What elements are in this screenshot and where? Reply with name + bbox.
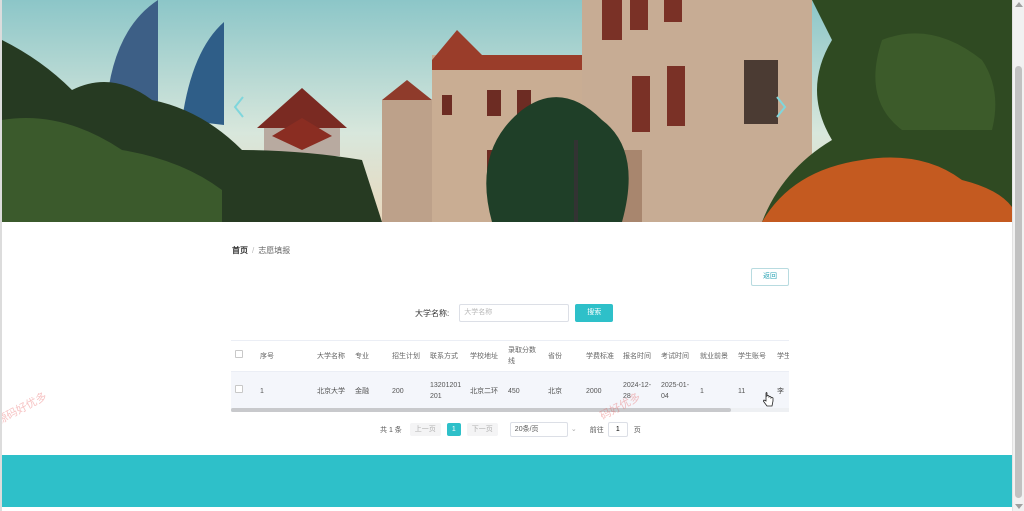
carousel-prev-button[interactable]	[230, 94, 248, 120]
goto-label: 前往	[589, 426, 604, 434]
table-cell: 200	[388, 371, 426, 411]
goto-page-input[interactable]	[607, 422, 628, 437]
watermark-text: 源码好优多	[0, 390, 50, 428]
column-header: 考试时间	[657, 341, 696, 372]
scroll-down-arrow-icon[interactable]	[1015, 504, 1023, 509]
vertical-scrollbar[interactable]	[1012, 0, 1024, 511]
breadcrumb-current: 志愿填报	[258, 246, 291, 255]
search-label: 大学名称:	[415, 308, 450, 318]
table-cell: 1	[256, 371, 313, 411]
chevron-left-icon	[233, 96, 244, 118]
table-cell: 北京	[544, 371, 582, 411]
table-row[interactable]: 1 北京大学 金融 200 13201201201 北京二环 450 北京 20…	[231, 371, 789, 411]
goto-unit: 页	[633, 426, 641, 434]
table-cell: 李	[773, 371, 789, 411]
select-all-checkbox[interactable]	[235, 350, 243, 358]
table-header-row: 序号 大学名称 专业 招生计划 联系方式 学校地址 录取分数线 省份 学费标准 …	[231, 341, 789, 372]
column-header: 省份	[544, 341, 582, 372]
column-header: 学生名	[773, 341, 789, 372]
column-header: 专业	[351, 341, 388, 372]
column-header: 序号	[256, 341, 313, 372]
prev-page-button[interactable]: 上一页	[409, 423, 441, 436]
pagination-total: 共 1 条	[380, 426, 402, 434]
column-header: 报名时间	[619, 341, 657, 372]
page-frame: 首页/志愿填报 返回 大学名称: 搜索 序号 大学名称 专业 招生计划 联系	[0, 0, 1012, 511]
breadcrumb-home-link[interactable]: 首页	[232, 246, 248, 255]
table-cell: 北京大学	[313, 371, 351, 411]
chevron-right-icon	[776, 96, 787, 118]
university-name-search-input[interactable]	[459, 304, 570, 322]
table-cell: 金融	[351, 371, 388, 411]
table-horizontal-scrollbar[interactable]	[231, 408, 789, 412]
column-header: 录取分数线	[504, 341, 544, 372]
table-cell: 450	[504, 371, 544, 411]
row-checkbox[interactable]	[235, 385, 243, 393]
table-cell: 1	[696, 371, 734, 411]
breadcrumb-separator: /	[252, 246, 255, 255]
column-header: 学校地址	[466, 341, 504, 372]
table-cell: 13201201201	[426, 371, 466, 411]
footer-bar	[2, 455, 1012, 507]
pagination: 共 1 条 上一页 1 下一页 20条/页 ⌄ 前往 页	[380, 422, 641, 437]
chevron-down-icon: ⌄	[570, 426, 577, 433]
page-size-select[interactable]: 20条/页 ⌄	[509, 422, 577, 437]
page-number-button[interactable]: 1	[446, 423, 461, 436]
scrollbar-thumb[interactable]	[1015, 66, 1022, 498]
search-bar: 大学名称: 搜索	[415, 304, 614, 322]
scroll-up-arrow-icon[interactable]	[1015, 2, 1023, 7]
column-header: 联系方式	[426, 341, 466, 372]
page-size-value: 20条/页	[514, 426, 539, 433]
back-button[interactable]: 返回	[751, 268, 789, 286]
scrollbar-thumb[interactable]	[231, 408, 731, 412]
column-header: 学费标准	[582, 341, 619, 372]
select-all-cell[interactable]	[231, 341, 256, 372]
next-page-button[interactable]: 下一页	[466, 423, 498, 436]
table-cell: 2025-01-04	[657, 371, 696, 411]
volunteer-table: 序号 大学名称 专业 招生计划 联系方式 学校地址 录取分数线 省份 学费标准 …	[231, 340, 789, 413]
table-cell: 北京二环	[466, 371, 504, 411]
hand-cursor-icon	[763, 392, 774, 407]
banner-image	[2, 0, 1012, 222]
carousel-next-button[interactable]	[772, 94, 790, 120]
breadcrumb: 首页 / 志愿填报	[232, 245, 290, 256]
column-header: 大学名称	[313, 341, 351, 372]
banner-carousel	[2, 0, 1012, 222]
row-select-cell[interactable]	[231, 371, 256, 411]
search-button[interactable]: 搜索	[575, 304, 614, 322]
column-header: 学生账号	[734, 341, 773, 372]
column-header: 就业前景	[696, 341, 734, 372]
column-header: 招生计划	[388, 341, 426, 372]
